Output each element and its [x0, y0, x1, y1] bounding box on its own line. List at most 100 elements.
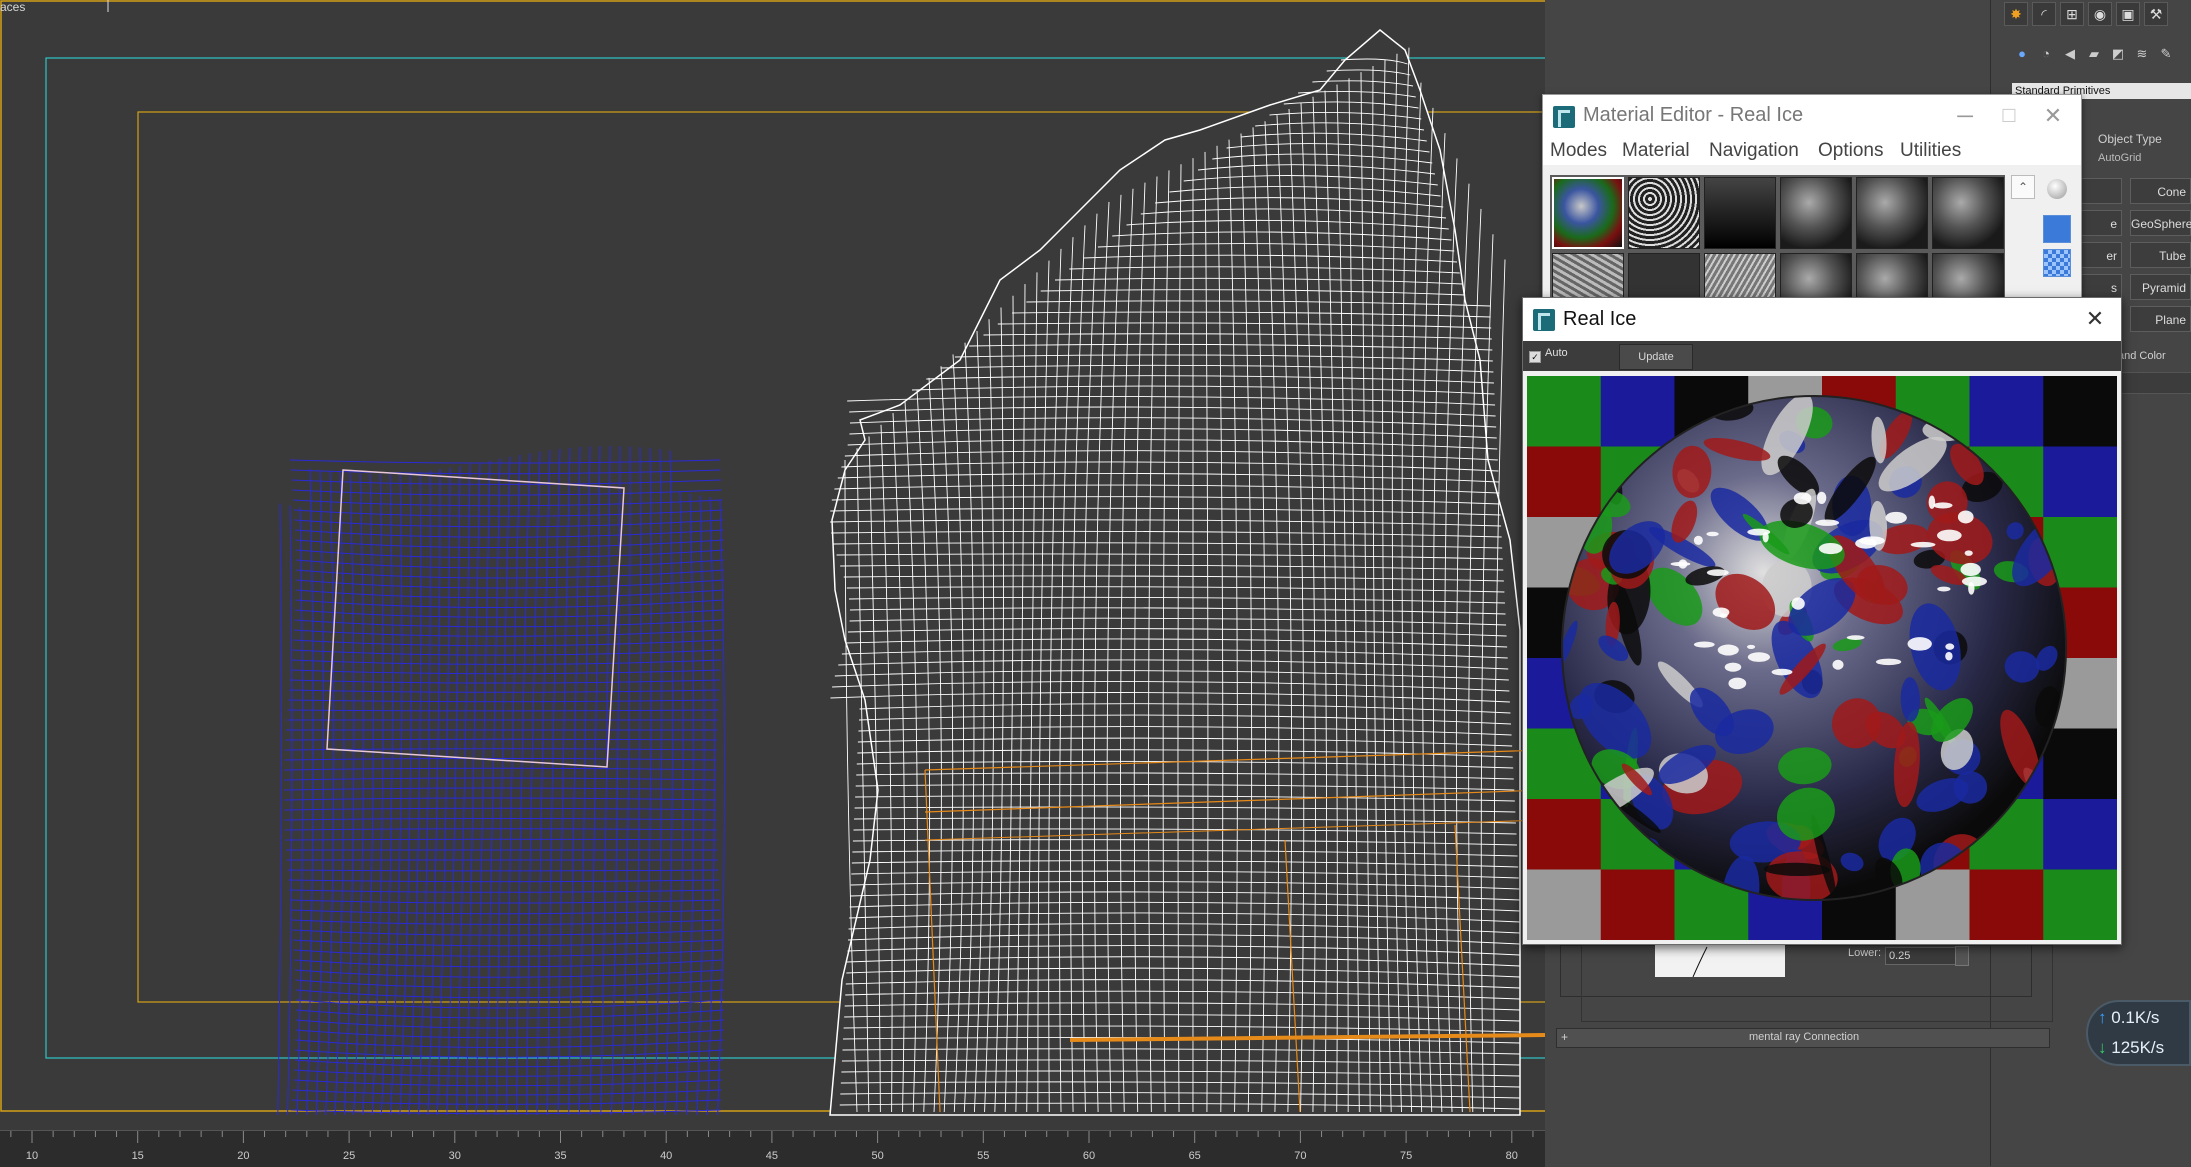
timeline-tick-label: 45 — [766, 1150, 778, 1162]
object-button-left-3[interactable]: er — [2080, 242, 2122, 268]
blue-wire-v — [297, 507, 302, 1115]
shapes-icon[interactable]: ◔ — [2036, 44, 2056, 64]
blue-wire-h — [292, 490, 721, 495]
create-tab-icon[interactable]: ✸ — [2004, 2, 2028, 26]
checker-cell — [1601, 376, 1675, 447]
blue-wire-v — [665, 451, 672, 1115]
blue-wire-v — [612, 446, 620, 1115]
modify-tab-icon[interactable]: ◜ — [2032, 2, 2056, 26]
sample-slot-5[interactable] — [1856, 177, 1928, 249]
blue-wire-h — [293, 640, 722, 646]
systems-icon[interactable]: ✎ — [2156, 44, 2176, 64]
cameras-icon[interactable]: ▰ — [2084, 44, 2104, 64]
blue-wire-h — [291, 670, 721, 674]
auto-checkbox[interactable]: ✓ — [1529, 351, 1541, 363]
object-button-left-2[interactable]: e — [2080, 210, 2122, 236]
helpers-icon[interactable]: ◩ — [2108, 44, 2128, 64]
blue-wire-h — [295, 1040, 723, 1048]
timeline-ticks: 101520253035404550556065707580 — [0, 1131, 1545, 1167]
ice-highlight — [1945, 652, 1952, 661]
ice-highlight — [1933, 502, 1952, 508]
menu-options[interactable]: Options — [1818, 140, 1883, 162]
sample-slot-6[interactable] — [1932, 177, 2004, 249]
viewport-label[interactable]: aces — [0, 0, 25, 14]
timeline-tick-label: 10 — [26, 1150, 38, 1162]
sample-slot-1[interactable] — [1552, 177, 1624, 249]
lower-spinner-arrows[interactable] — [1955, 946, 1969, 966]
viewport-canvas[interactable] — [0, 0, 1545, 1130]
geosphere-button[interactable]: GeoSphere — [2130, 210, 2191, 236]
hierarchy-tab-icon[interactable]: ⊞ — [2060, 2, 2084, 26]
real-ice-preview-window[interactable]: Real Ice ✕ ✓ Auto Update — [1522, 297, 2122, 945]
scroll-up-icon[interactable]: ⌃ — [2011, 175, 2035, 199]
blue-wire-h — [284, 778, 716, 780]
utilities-tab-icon[interactable]: ⚒ — [2144, 2, 2168, 26]
blue-wire-h — [290, 680, 720, 683]
tube-button[interactable]: Tube — [2130, 242, 2191, 268]
material-preview-render — [1527, 376, 2117, 940]
maximize-icon[interactable]: ☐ — [1989, 101, 2029, 131]
ice-highlight — [1968, 582, 1974, 595]
checker-cell — [2043, 729, 2117, 800]
lights-icon[interactable]: ◀ — [2060, 44, 2080, 64]
menu-navigation[interactable]: Navigation — [1709, 140, 1799, 162]
background-checker-icon[interactable] — [2043, 249, 2071, 277]
checker-cell — [1527, 870, 1601, 941]
real-ice-titlebar[interactable]: Real Ice ✕ — [1523, 298, 2121, 341]
perspective-viewport[interactable]: aces — [0, 0, 1545, 1130]
checker-cell — [2043, 447, 2117, 518]
mental-ray-rollout[interactable]: + mental ray Connection — [1556, 1028, 2050, 1048]
material-editor-titlebar[interactable]: Material Editor - Real Ice ─ ☐ ✕ — [1543, 95, 2081, 137]
close-icon[interactable]: ✕ — [2033, 101, 2073, 131]
sample-slot-2[interactable] — [1628, 177, 1700, 249]
backlight-icon[interactable] — [2043, 215, 2071, 243]
menu-utilities[interactable]: Utilities — [1900, 140, 1961, 162]
mental-ray-label: mental ray Connection — [1749, 1031, 1859, 1043]
rollout-plus-icon[interactable]: + — [1561, 1030, 1568, 1044]
name-field[interactable] — [2118, 372, 2191, 394]
name-and-color-rollout[interactable]: and Color — [2118, 350, 2166, 362]
blue-wire-h — [295, 1050, 723, 1057]
blue-wire-h — [285, 739, 717, 740]
blue-wire-h — [295, 530, 723, 537]
ice-highlight — [1772, 669, 1793, 676]
geometry-icon[interactable]: ● — [2012, 44, 2032, 64]
curve-graph-line — [1655, 945, 1785, 977]
blue-wire-v — [428, 469, 440, 1115]
update-button[interactable]: Update — [1619, 344, 1693, 370]
checker-cell — [2043, 799, 2117, 870]
sample-slot-3[interactable] — [1704, 177, 1776, 249]
material-editor-window[interactable]: Material Editor - Real Ice ─ ☐ ✕ Modes M… — [1542, 94, 2082, 328]
ice-highlight — [1859, 536, 1885, 545]
lower-spinner[interactable]: 0.25 — [1885, 947, 1956, 965]
object-button-left-1[interactable] — [2080, 178, 2122, 204]
checker-cell — [1527, 799, 1601, 870]
timeline-tick-label: 50 — [871, 1150, 883, 1162]
timeline-tick-label: 30 — [449, 1150, 461, 1162]
real-ice-title: Real Ice — [1563, 308, 1636, 331]
minimize-icon[interactable]: ─ — [1945, 101, 1985, 131]
network-speed-widget[interactable]: ↑ 0.1K/s ↓ 125K/s — [2086, 1000, 2191, 1066]
curve-graph[interactable] — [1655, 945, 1785, 977]
download-value: 125K/s — [2111, 1038, 2164, 1057]
pyramid-button[interactable]: Pyramid — [2130, 274, 2191, 300]
blue-wire-h — [295, 520, 723, 527]
close-icon[interactable]: ✕ — [2075, 304, 2115, 334]
sample-slot-4[interactable] — [1780, 177, 1852, 249]
motion-tab-icon[interactable]: ◉ — [2088, 2, 2112, 26]
timeline-tick-label: 65 — [1189, 1150, 1201, 1162]
cone-button[interactable]: Cone — [2130, 178, 2191, 204]
menu-modes[interactable]: Modes — [1550, 140, 1607, 162]
blue-wire-h — [295, 540, 723, 548]
blue-wire-v — [655, 449, 662, 1115]
blue-wire-h — [284, 788, 716, 790]
object-type-rollout[interactable]: Object Type — [2098, 132, 2162, 146]
plane-button[interactable]: Plane — [2130, 306, 2191, 332]
autogrid-checkbox[interactable]: AutoGrid — [2098, 152, 2141, 164]
ice-highlight — [1819, 543, 1843, 554]
spacewarps-icon[interactable]: ≋ — [2132, 44, 2152, 64]
sample-type-icon[interactable] — [2047, 179, 2067, 199]
timeline-ruler[interactable]: 101520253035404550556065707580 — [0, 1130, 1545, 1167]
menu-material[interactable]: Material — [1622, 140, 1690, 162]
display-tab-icon[interactable]: ▣ — [2116, 2, 2140, 26]
